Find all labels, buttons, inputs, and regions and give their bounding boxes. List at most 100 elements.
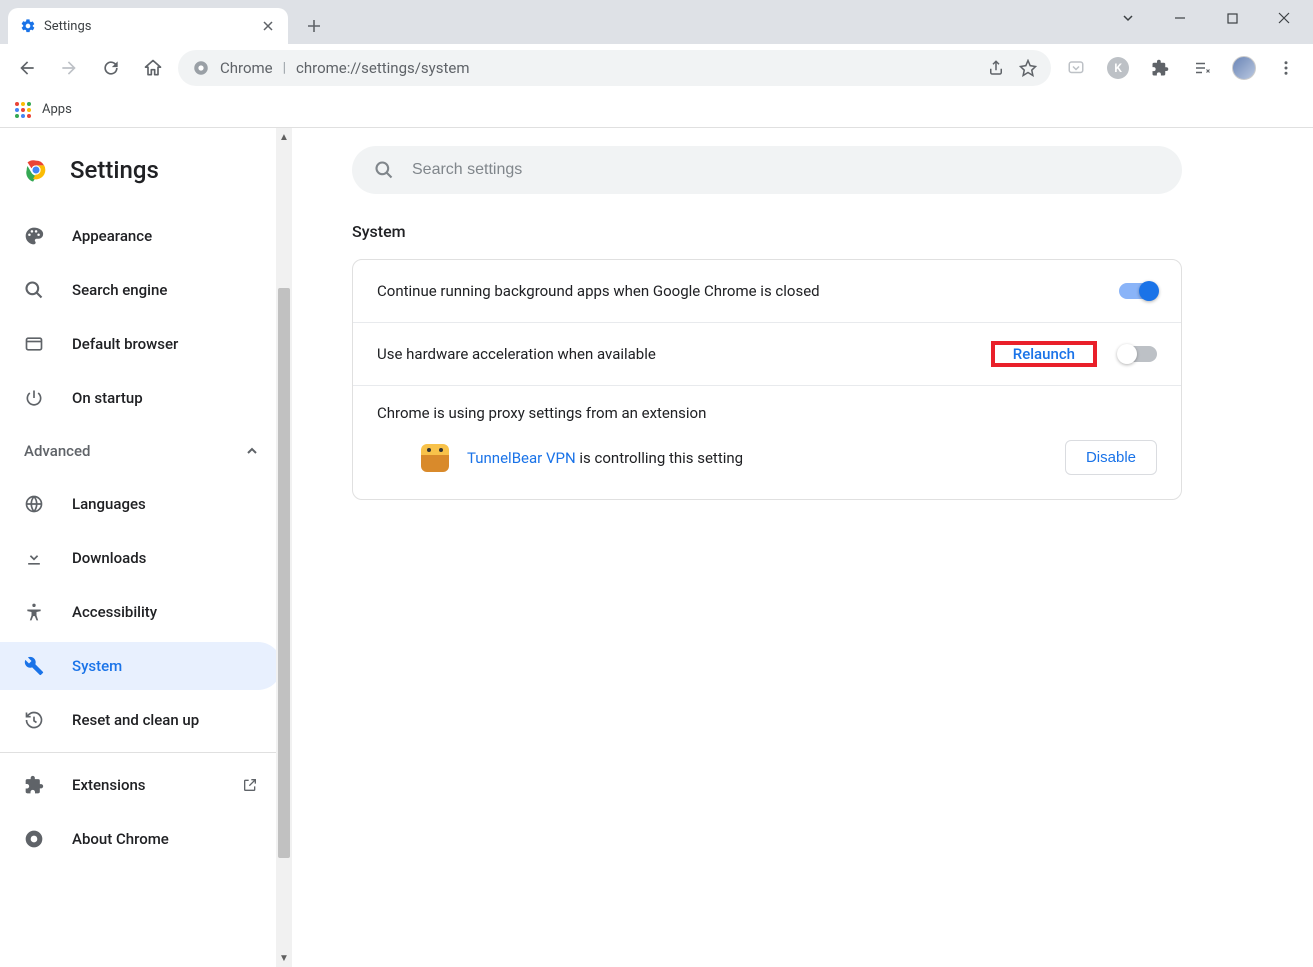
sidebar-item-label: About Chrome [72,830,169,848]
advanced-label: Advanced [24,442,90,460]
row-label: Continue running background apps when Go… [377,282,1119,300]
site-info-icon[interactable] [192,59,210,77]
restore-icon [24,710,44,730]
tab-settings[interactable]: Settings [8,8,288,44]
row-background-apps: Continue running background apps when Go… [353,260,1181,322]
new-tab-button[interactable] [300,12,328,40]
tab-strip: Settings [0,0,1313,44]
section-title: System [352,222,1253,241]
extensions-icon[interactable] [1143,51,1177,85]
scrollbar-thumb[interactable] [278,288,290,858]
toolbar: Chrome | chrome://settings/system K [0,44,1313,92]
reload-button[interactable] [94,51,128,85]
wrench-icon [24,656,44,676]
close-window-button[interactable] [1261,2,1307,34]
disable-button[interactable]: Disable [1065,440,1157,475]
sidebar-item-label: Accessibility [72,603,157,621]
system-card: Continue running background apps when Go… [352,259,1182,500]
sidebar-item-accessibility[interactable]: Accessibility [0,588,282,636]
sidebar-item-label: Languages [72,495,146,513]
address-bar[interactable]: Chrome | chrome://settings/system [178,50,1051,86]
puzzle-icon [24,775,44,795]
globe-icon [24,494,44,514]
reading-list-icon[interactable] [1185,51,1219,85]
url-text: chrome://settings/system [296,59,469,77]
chevron-up-icon [246,445,258,457]
sidebar-item-reset[interactable]: Reset and clean up [0,696,282,744]
divider [0,752,282,753]
sidebar-item-appearance[interactable]: Appearance [0,212,282,260]
sidebar-item-search-engine[interactable]: Search engine [0,266,282,314]
sidebar-item-label: On startup [72,389,143,407]
toggle-hardware-accel[interactable] [1119,346,1157,362]
palette-icon [24,226,44,246]
gear-icon [20,18,36,34]
browser-chrome: Settings Chrome | chrome://settings/syst… [0,0,1313,92]
scroll-up-icon[interactable]: ▲ [276,128,292,146]
chevron-down-icon[interactable] [1105,2,1151,34]
search-input[interactable] [412,161,1160,179]
sidebar-item-on-startup[interactable]: On startup [0,374,282,422]
k-extension-icon[interactable]: K [1101,51,1135,85]
sidebar-item-label: Default browser [72,335,178,353]
close-icon[interactable] [260,18,276,34]
chrome-icon [24,829,44,849]
sidebar-item-label: Reset and clean up [72,711,199,729]
search-settings-bar[interactable] [352,146,1182,194]
settings-page: Settings Appearance Search engine Defaul… [0,128,1313,967]
sidebar-item-languages[interactable]: Languages [0,480,282,528]
extension-name-link[interactable]: TunnelBear VPN [467,449,576,467]
tunnelbear-icon [421,444,449,472]
sidebar-item-extensions[interactable]: Extensions [0,761,282,809]
sidebar-header: Settings [0,142,282,206]
share-icon[interactable] [987,59,1005,77]
search-icon [24,280,44,300]
url-chrome-label: Chrome [220,59,273,77]
sidebar-item-label: System [72,657,122,675]
browser-icon [24,334,44,354]
relaunch-button[interactable]: Relaunch [995,337,1093,371]
back-button[interactable] [10,51,44,85]
row-proxy: Chrome is using proxy settings from an e… [353,385,1181,499]
sidebar-advanced-toggle[interactable]: Advanced [0,428,282,474]
pocket-icon[interactable] [1059,51,1093,85]
row-label: Chrome is using proxy settings from an e… [377,404,706,422]
external-link-icon [242,777,258,793]
kebab-menu-icon[interactable] [1269,51,1303,85]
apps-bookmark[interactable]: Apps [42,102,72,117]
relaunch-highlight: Relaunch [991,341,1097,367]
row-label: Use hardware acceleration when available [377,345,991,363]
tab-title: Settings [44,19,252,34]
row-hardware-accel: Use hardware acceleration when available… [353,322,1181,385]
search-icon [374,160,394,180]
extension-desc: is controlling this setting [576,449,743,467]
profile-avatar[interactable] [1227,51,1261,85]
chrome-logo-icon [22,156,50,184]
scroll-down-icon[interactable]: ▼ [276,949,292,967]
sidebar-item-label: Downloads [72,549,146,567]
bookmarks-bar: Apps [0,92,1313,128]
scrollbar[interactable]: ▲ ▼ [276,128,292,967]
home-button[interactable] [136,51,170,85]
sidebar-item-about[interactable]: About Chrome [0,815,282,863]
bookmark-star-icon[interactable] [1019,59,1037,77]
download-icon [24,548,44,568]
window-controls [1105,2,1307,34]
minimize-button[interactable] [1157,2,1203,34]
forward-button[interactable] [52,51,86,85]
sidebar-item-system[interactable]: System [0,642,282,690]
accessibility-icon [24,602,44,622]
main-content: System Continue running background apps … [292,128,1313,967]
sidebar-item-label: Extensions [72,776,146,794]
page-title: Settings [70,156,159,184]
sidebar-item-default-browser[interactable]: Default browser [0,320,282,368]
power-icon [24,388,44,408]
url-divider: | [283,60,286,76]
toggle-background-apps[interactable] [1119,283,1157,299]
apps-icon[interactable] [14,101,32,119]
sidebar-item-downloads[interactable]: Downloads [0,534,282,582]
sidebar: Settings Appearance Search engine Defaul… [0,128,292,967]
sidebar-item-label: Appearance [72,227,152,245]
sidebar-item-label: Search engine [72,281,167,299]
maximize-button[interactable] [1209,2,1255,34]
